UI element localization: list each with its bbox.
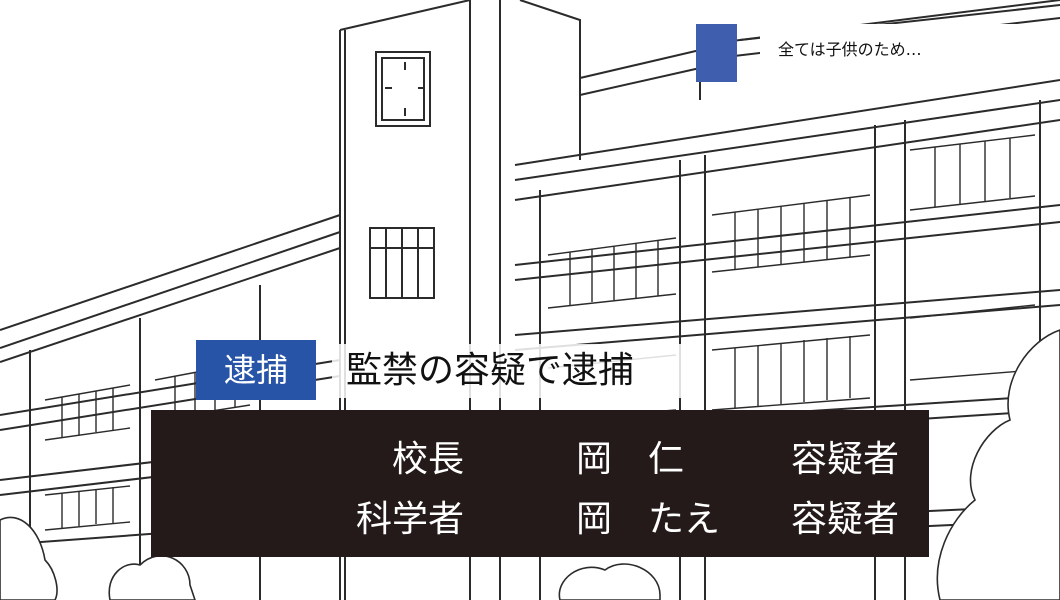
suspect-title: 科学者 — [355, 499, 464, 540]
suspect-name: 岡 たえ — [576, 499, 721, 540]
suspect-status: 容疑者 — [790, 439, 899, 480]
arrest-badge: 逮捕 — [196, 340, 316, 400]
suspects-box: 校長 岡 仁 容疑者 科学者 岡 たえ 容疑者 — [151, 410, 929, 557]
caption-tag — [696, 24, 737, 82]
suspect-row: 校長 岡 仁 容疑者 — [151, 430, 929, 490]
suspect-status: 容疑者 — [790, 499, 899, 540]
caption-text: 全ては子供のため… — [778, 40, 922, 59]
suspect-title: 校長 — [391, 439, 464, 480]
suspect-name: 岡 仁 — [576, 439, 685, 480]
suspect-row: 科学者 岡 たえ 容疑者 — [151, 490, 929, 550]
headline-text: 監禁の容疑で逮捕 — [346, 350, 635, 391]
